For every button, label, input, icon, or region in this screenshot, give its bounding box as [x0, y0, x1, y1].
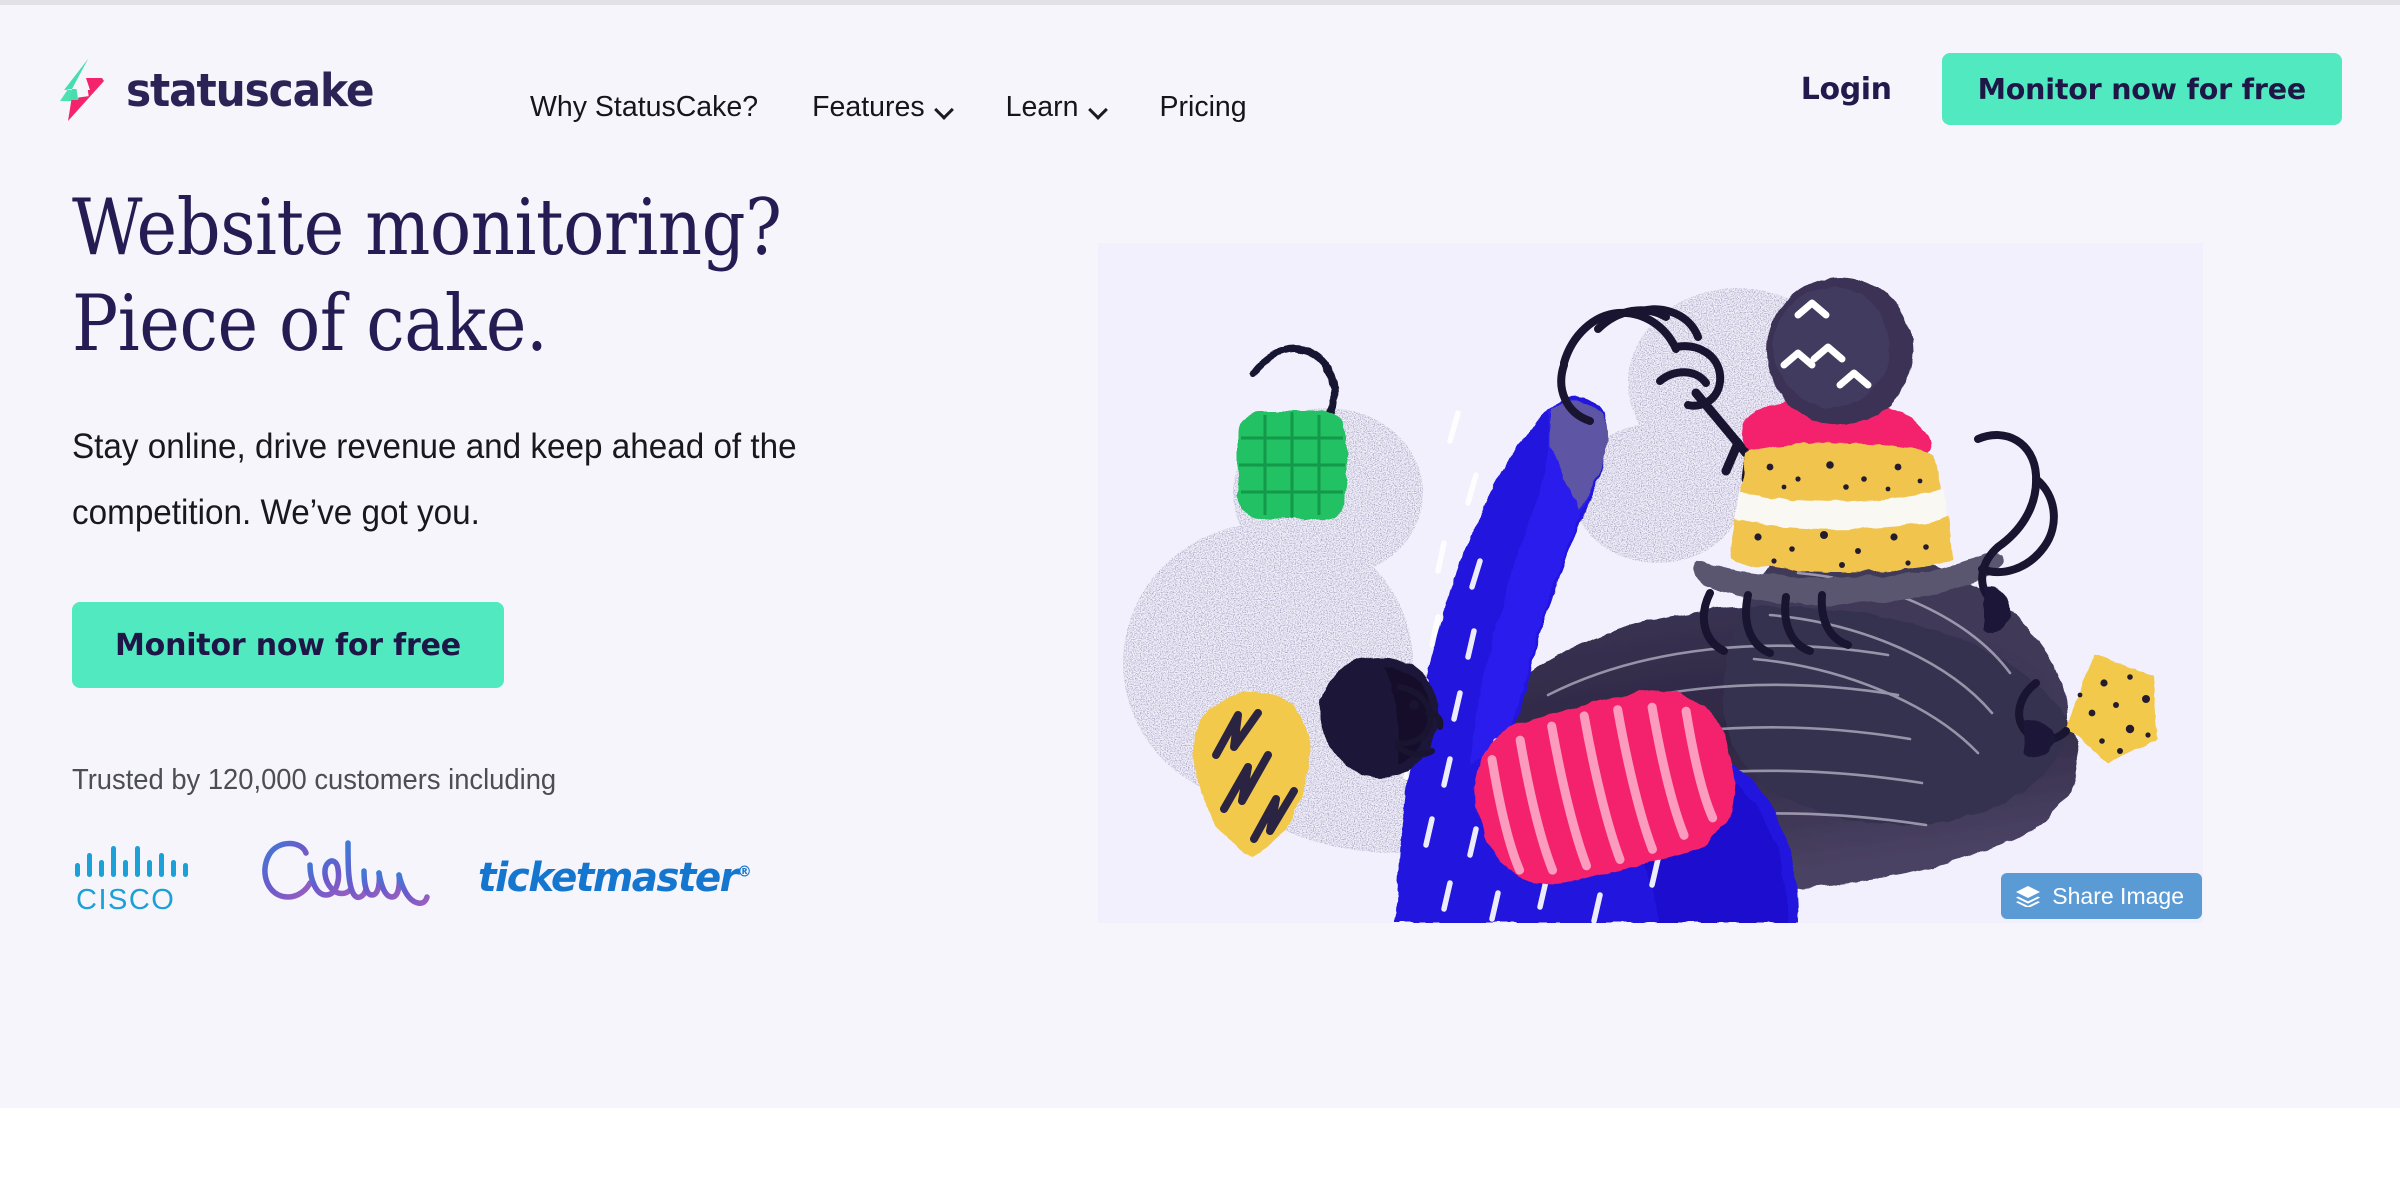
calm-logo [262, 840, 430, 906]
page-title: Website monitoring? Piece of cake. [72, 180, 934, 372]
page-root: statuscake Why StatusCake? Features Lear… [0, 0, 2400, 1200]
share-image-label: Share Image [2052, 882, 2184, 909]
nav-item-learn[interactable]: Learn [1006, 91, 1106, 124]
trusted-by-text: Trusted by 120,000 customers including [72, 764, 557, 796]
hero-subtitle: Stay online, drive revenue and keep ahea… [72, 427, 797, 532]
nav-item-features[interactable]: Features [812, 91, 951, 124]
hero-monitor-now-button[interactable]: Monitor now for free [72, 602, 504, 688]
registered-mark: ® [737, 862, 752, 881]
hero-title-line-2: Piece of cake. [72, 279, 548, 369]
chevron-down-icon [936, 103, 952, 119]
lightning-bolt-icon [60, 58, 104, 121]
nav-item-pricing[interactable]: Pricing [1160, 91, 1247, 124]
nav-label: Learn [1005, 91, 1079, 123]
customer-logos: CISCO ticketmaster® [72, 833, 1052, 913]
hero-title-line-1: Website monitoring? [72, 183, 782, 273]
chevron-down-icon [1090, 103, 1106, 119]
header-actions: Login Monitor now for free [1801, 53, 2342, 125]
header-monitor-now-button[interactable]: Monitor now for free [1941, 53, 2342, 125]
hero-content: Website monitoring? Piece of cake. Stay … [72, 180, 1052, 913]
hero-illustration: Share Image [1098, 243, 2203, 923]
login-link[interactable]: Login [1801, 72, 1892, 107]
site-header: statuscake Why StatusCake? Features Lear… [0, 5, 2400, 150]
nav-item-why-statuscake[interactable]: Why StatusCake? [530, 91, 758, 124]
layers-stack-icon [2016, 886, 2041, 907]
cisco-logo: CISCO [75, 846, 188, 913]
brand-wordmark: statuscake [126, 63, 375, 117]
nav-label: Why StatusCake? [530, 91, 759, 123]
ticketmaster-logo: ticketmaster® [478, 855, 752, 901]
hero-section: statuscake Why StatusCake? Features Lear… [0, 5, 2400, 1108]
ticketmaster-wordmark: ticketmaster [478, 855, 739, 901]
brand-logo-link[interactable]: statuscake [58, 57, 389, 123]
share-image-button[interactable]: Share Image [2001, 873, 2202, 919]
svg-text:CISCO: CISCO [76, 884, 175, 913]
cake-illustration-graphic [1098, 243, 2203, 923]
main-navigation: Why StatusCake? Features Learn Pricing [530, 91, 1247, 124]
nav-label: Pricing [1159, 91, 1247, 123]
nav-label: Features [812, 91, 925, 123]
